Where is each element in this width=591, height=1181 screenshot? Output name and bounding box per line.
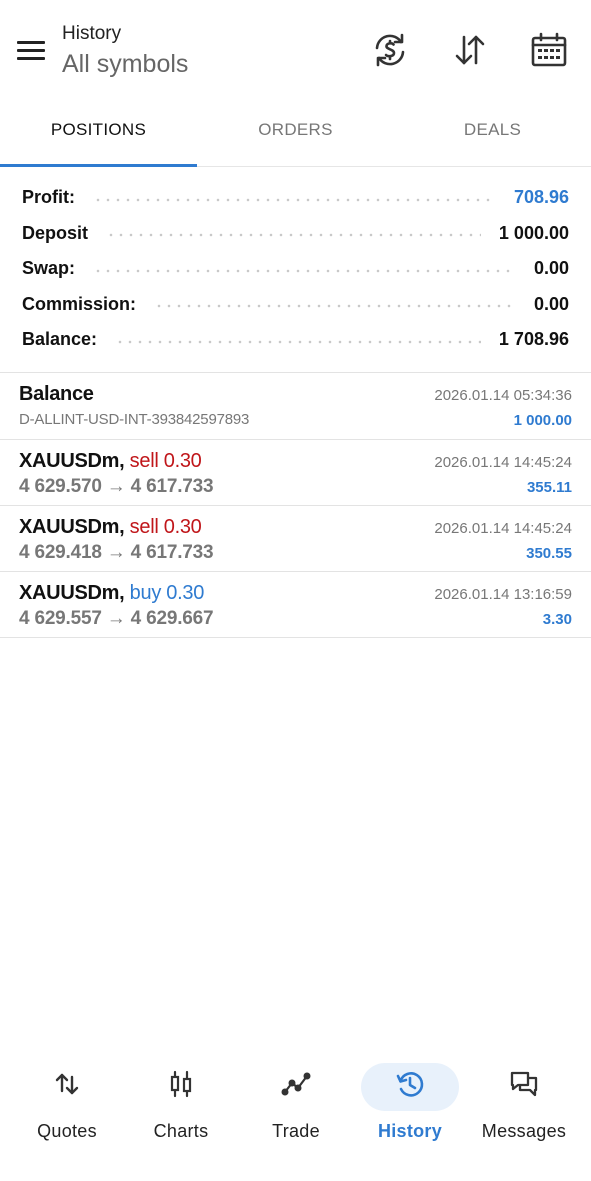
dot-leader <box>154 304 516 309</box>
commission-label: Commission: <box>22 293 137 314</box>
deal-volume: 0.30 <box>163 516 202 538</box>
trade-line-icon <box>281 1069 311 1099</box>
divider <box>0 637 591 638</box>
title-block[interactable]: History All symbols <box>62 22 188 80</box>
nav-messages[interactable]: Messages <box>465 1055 583 1165</box>
sort-icon[interactable] <box>451 31 489 69</box>
nav-quotes[interactable]: Quotes <box>8 1055 126 1165</box>
summary-row-swap: Swap: 0.00 <box>0 251 591 287</box>
nav-history[interactable]: History <box>351 1055 469 1165</box>
nav-label: Charts <box>153 1121 209 1141</box>
list-item[interactable]: Balance D-ALLINT-USD-INT-393842597893 20… <box>0 373 591 439</box>
nav-label: History <box>377 1121 443 1141</box>
deal-comment: D-ALLINT-USD-INT-393842597893 <box>19 411 250 428</box>
nav-charts[interactable]: Charts <box>122 1055 240 1165</box>
profit-label: Profit: <box>22 187 75 208</box>
deal-volume: 0.30 <box>166 582 205 604</box>
deal-title: XAUUSDm, sell 0.30 <box>19 450 202 473</box>
deposit-value: 1 000.00 <box>498 222 569 243</box>
deal-prices: 4 629.570 → 4 617.733 <box>19 476 214 497</box>
tab-deals[interactable]: DEALS <box>394 95 591 167</box>
deal-amount: 3.30 <box>542 611 572 628</box>
deal-prices: 4 629.418 → 4 617.733 <box>19 542 214 563</box>
menu-icon[interactable] <box>14 34 48 68</box>
dot-leader <box>115 339 481 344</box>
bottom-navigation: Quotes Charts Trade History Messages <box>0 1055 591 1181</box>
summary-panel: Profit: 708.96 Deposit 1 000.00 Swap: 0.… <box>0 180 591 358</box>
deal-symbol: XAUUSDm, <box>19 516 125 538</box>
deal-side: sell <box>129 450 159 472</box>
summary-row-deposit: Deposit 1 000.00 <box>0 216 591 252</box>
swap-label: Swap: <box>22 258 76 279</box>
deal-title: XAUUSDm, buy 0.30 <box>19 582 204 605</box>
chat-bubbles-icon <box>509 1069 539 1099</box>
balance-label: Balance: <box>22 329 98 350</box>
deal-amount: 1 000.00 <box>513 412 572 429</box>
tab-bar: POSITIONS ORDERS DEALS <box>0 95 591 167</box>
app-header: History All symbols <box>0 0 591 95</box>
balance-value: 1 708.96 <box>498 329 569 350</box>
symbol-filter[interactable]: All symbols <box>62 48 188 80</box>
nav-label: Quotes <box>37 1121 97 1141</box>
calendar-icon[interactable] <box>530 31 568 69</box>
deal-time: 2026.01.14 14:45:24 <box>434 454 572 471</box>
deal-amount: 355.11 <box>526 479 572 496</box>
deal-time: 2026.01.14 13:16:59 <box>434 586 572 603</box>
deal-title: Balance <box>19 383 94 405</box>
deal-title: XAUUSDm, sell 0.30 <box>19 516 202 539</box>
nav-label: Messages <box>481 1121 567 1141</box>
summary-row-profit: Profit: 708.96 <box>0 180 591 216</box>
dot-leader <box>93 197 496 202</box>
nav-trade[interactable]: Trade <box>237 1055 355 1165</box>
deal-prices: 4 629.557 → 4 629.667 <box>19 608 214 629</box>
deal-time: 2026.01.14 05:34:36 <box>434 387 572 404</box>
summary-row-balance: Balance: 1 708.96 <box>0 322 591 358</box>
dot-leader <box>106 233 481 238</box>
currency-exchange-icon[interactable] <box>371 31 409 69</box>
dot-leader <box>93 268 516 273</box>
page-title: History <box>62 23 122 44</box>
commission-value: 0.00 <box>533 293 569 314</box>
deal-symbol: XAUUSDm, <box>19 450 125 472</box>
deal-time: 2026.01.14 14:45:24 <box>434 520 572 537</box>
deal-side: buy <box>129 582 162 604</box>
list-item[interactable]: XAUUSDm, sell 0.30 4 629.570 → 4 617.733… <box>0 440 591 506</box>
tab-active-indicator <box>0 164 197 167</box>
nav-label: Trade <box>272 1121 320 1141</box>
swap-value: 0.00 <box>533 258 569 279</box>
quotes-arrows-icon <box>52 1069 82 1099</box>
tab-orders[interactable]: ORDERS <box>197 95 394 167</box>
list-item[interactable]: XAUUSDm, buy 0.30 4 629.557 → 4 629.667 … <box>0 572 591 638</box>
summary-row-commission: Commission: 0.00 <box>0 287 591 323</box>
deal-symbol: XAUUSDm, <box>19 582 125 604</box>
tab-positions[interactable]: POSITIONS <box>0 95 197 167</box>
history-clock-icon <box>395 1069 425 1099</box>
deal-amount: 350.55 <box>526 545 572 562</box>
deposit-label: Deposit <box>22 222 89 243</box>
deal-side: sell <box>129 516 159 538</box>
candlestick-icon <box>166 1069 196 1099</box>
profit-value: 708.96 <box>513 187 569 208</box>
deal-volume: 0.30 <box>163 450 202 472</box>
list-item[interactable]: XAUUSDm, sell 0.30 4 629.418 → 4 617.733… <box>0 506 591 572</box>
